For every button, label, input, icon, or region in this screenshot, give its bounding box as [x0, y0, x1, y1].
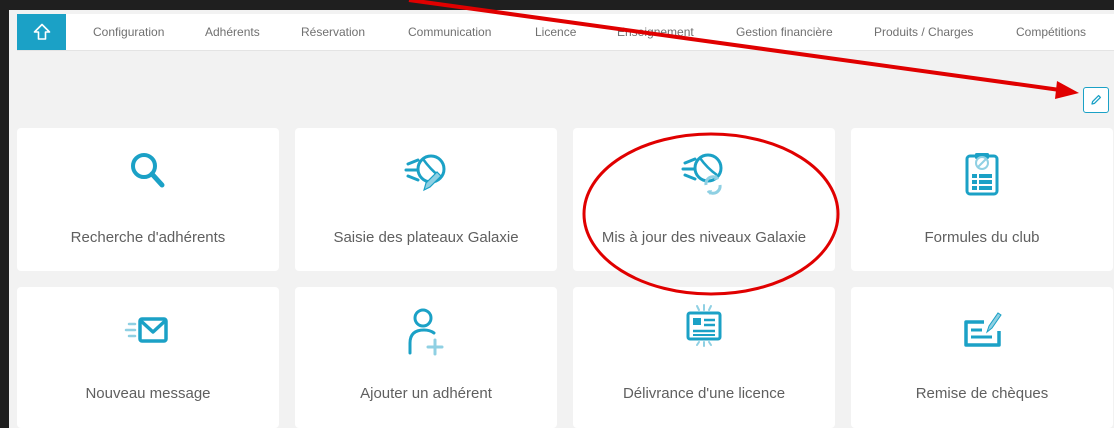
nav-item-reservation[interactable]: Réservation	[301, 14, 365, 50]
tile-label: Saisie des plateaux Galaxie	[333, 229, 519, 246]
nav-item-produits-charges[interactable]: Produits / Charges	[874, 14, 973, 50]
tile-delivrance-licence[interactable]: Délivrance d'une licence	[573, 287, 835, 428]
license-card-icon	[686, 304, 722, 347]
tile-nouveau-message[interactable]: Nouveau message	[17, 287, 279, 428]
window-frame-top	[0, 0, 1114, 10]
cheque-icon	[964, 312, 1002, 347]
tennis-ball-pencil-icon	[404, 154, 446, 192]
tile-ajouter-adherent[interactable]: Ajouter un adhérent	[295, 287, 557, 428]
tile-label: Recherche d'adhérents	[70, 229, 226, 246]
tile-label: Formules du club	[924, 229, 1040, 246]
pencil-icon	[1091, 94, 1102, 105]
tile-label: Mis à jour des niveaux Galaxie	[601, 229, 807, 246]
home-button[interactable]	[17, 14, 66, 50]
search-icon	[131, 153, 165, 188]
nav-item-configuration[interactable]: Configuration	[93, 14, 164, 50]
nav-item-adherents[interactable]: Adhérents	[205, 14, 260, 50]
annotation-arrowhead	[1055, 81, 1079, 99]
nav-item-competitions[interactable]: Compétitions	[1016, 14, 1086, 50]
tile-label: Remise de chèques	[915, 385, 1049, 402]
tile-formules-club[interactable]: Formules du club	[851, 128, 1113, 271]
add-user-icon	[408, 308, 444, 356]
tile-recherche-adherents[interactable]: Recherche d'adhérents	[17, 128, 279, 271]
window-frame-left	[0, 0, 9, 428]
nav-item-gestion-financiere[interactable]: Gestion financière	[736, 14, 833, 50]
tile-label: Délivrance d'une licence	[622, 385, 786, 402]
tile-saisie-plateaux-galaxie[interactable]: Saisie des plateaux Galaxie	[295, 128, 557, 271]
home-icon	[33, 23, 50, 40]
tile-label: Ajouter un adhérent	[360, 385, 492, 402]
edit-dashboard-button[interactable]	[1083, 87, 1109, 113]
top-navigation-bar: Configuration Adhérents Réservation Comm…	[17, 14, 1114, 51]
send-mail-icon	[124, 317, 168, 343]
tile-mise-a-jour-niveaux-galaxie[interactable]: Mis à jour des niveaux Galaxie	[573, 128, 835, 271]
nav-item-enseignement[interactable]: Enseignement	[617, 14, 694, 50]
tile-remise-cheques[interactable]: Remise de chèques	[851, 287, 1113, 428]
nav-item-communication[interactable]: Communication	[408, 14, 491, 50]
tile-label: Nouveau message	[85, 385, 211, 402]
clipboard-ball-icon	[965, 153, 999, 196]
tennis-ball-refresh-icon	[681, 153, 723, 195]
nav-item-licence[interactable]: Licence	[535, 14, 576, 50]
